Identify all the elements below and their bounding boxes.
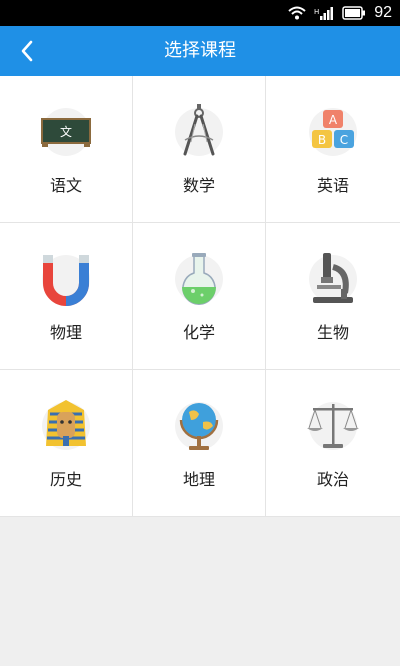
battery-icon: [342, 6, 366, 20]
course-label: 数学: [182, 176, 215, 195]
course-item-english[interactable]: A B C 英语: [266, 76, 400, 223]
signal-icon: H: [314, 7, 334, 20]
svg-text:C: C: [340, 133, 348, 147]
course-item-chemistry[interactable]: 化学: [133, 223, 266, 370]
course-label: 化学: [182, 323, 215, 342]
svg-text:B: B: [318, 133, 326, 147]
course-item-physics[interactable]: 物理: [0, 223, 133, 370]
magnet-icon: [36, 249, 96, 309]
battery-level: 92: [374, 4, 392, 21]
course-label: 历史: [49, 470, 82, 489]
course-item-chinese[interactable]: 文 语文: [0, 76, 133, 223]
page-title: 选择课程: [164, 40, 236, 61]
course-label: 地理: [182, 470, 215, 489]
course-item-math[interactable]: 数学: [133, 76, 266, 223]
svg-text:H: H: [314, 8, 319, 16]
course-item-geography[interactable]: 地理: [133, 370, 266, 517]
course-item-history[interactable]: 历史: [0, 370, 133, 517]
microscope-icon: [303, 249, 363, 309]
scales-icon: [303, 396, 363, 456]
course-label: 生物: [316, 323, 349, 342]
course-grid: 文 语文 数学 A B C 英语 物理 化学 生物 历史 地理 政治: [0, 76, 400, 517]
course-label: 政治: [316, 470, 349, 489]
svg-text:文: 文: [60, 124, 72, 139]
globe-icon: [169, 396, 229, 456]
course-label: 英语: [316, 176, 349, 195]
flask-icon: [169, 249, 229, 309]
svg-text:A: A: [329, 113, 338, 127]
wifi-icon: [288, 6, 306, 20]
app-header: 选择课程: [0, 26, 400, 76]
course-item-biology[interactable]: 生物: [266, 223, 400, 370]
course-label: 语文: [49, 176, 82, 195]
abc-blocks-icon: A B C: [303, 102, 363, 162]
course-item-politics[interactable]: 政治: [266, 370, 400, 517]
pharaoh-icon: [36, 396, 96, 456]
status-bar: H 92: [0, 0, 400, 26]
course-label: 物理: [49, 323, 82, 342]
chalkboard-icon: 文: [36, 102, 96, 162]
compass-icon: [169, 102, 229, 162]
